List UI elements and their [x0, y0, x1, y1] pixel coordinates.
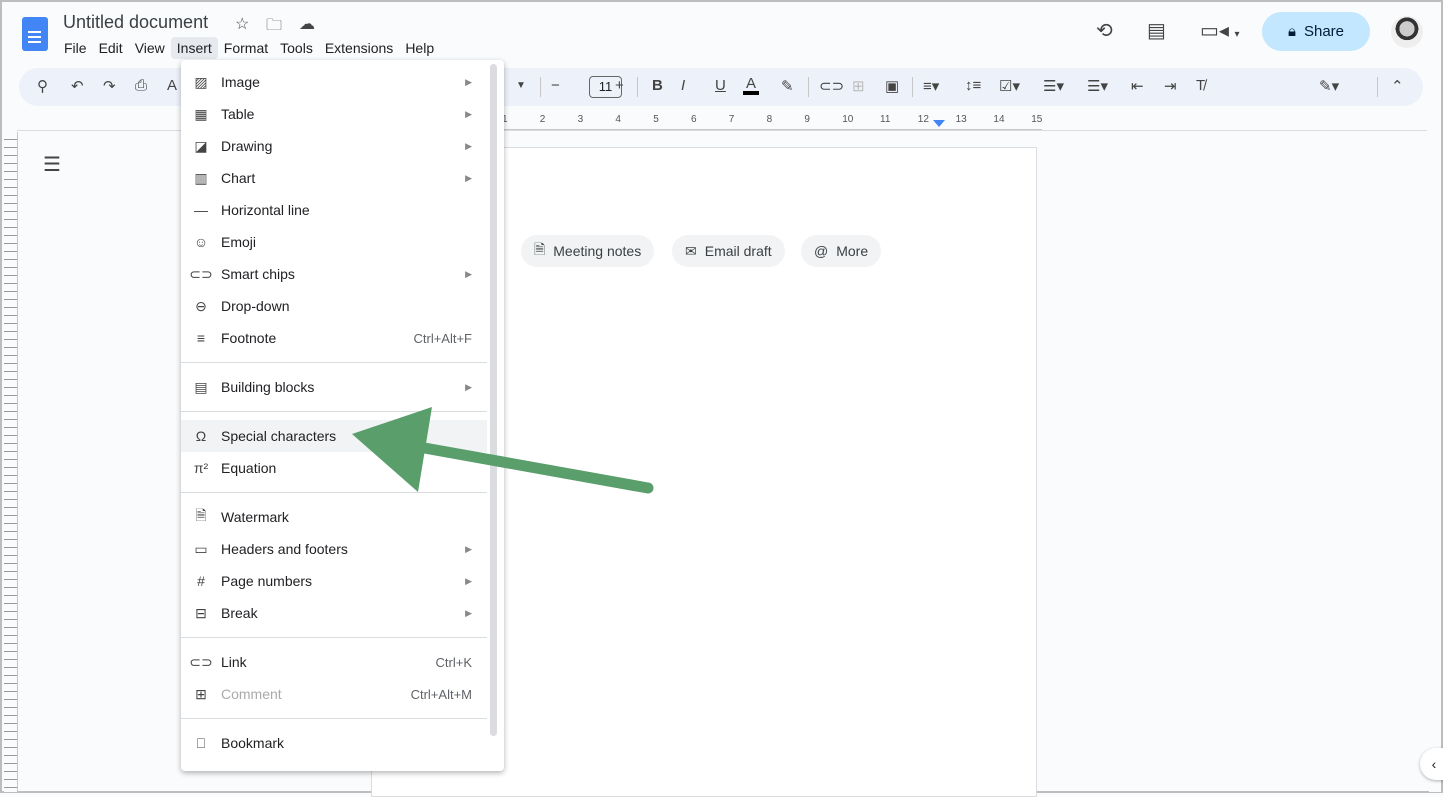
chip-label: Email draft: [704, 243, 772, 259]
chip-more[interactable]: @ More: [801, 235, 882, 267]
chip-email-draft[interactable]: ✉ Email draft: [672, 235, 785, 267]
document-icon: 🗎: [534, 241, 546, 257]
annotation-arrow: [352, 407, 654, 494]
at-icon: @: [814, 243, 829, 259]
chip-label: Meeting notes: [553, 243, 642, 259]
email-icon: ✉: [685, 242, 697, 259]
chip-label: More: [836, 243, 869, 259]
chip-meeting-notes[interactable]: 🗎 Meeting notes: [521, 235, 655, 267]
